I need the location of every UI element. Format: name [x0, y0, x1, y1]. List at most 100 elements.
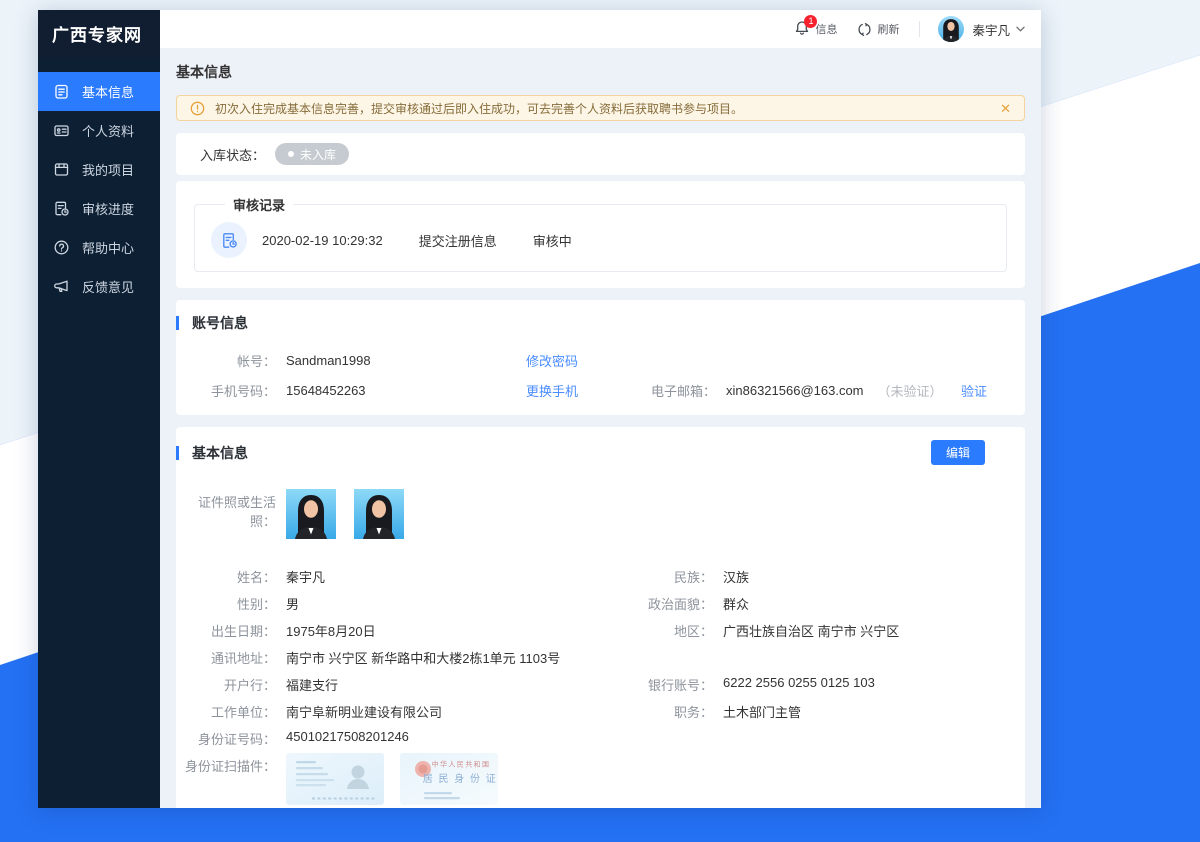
id-photo-2[interactable]: [354, 489, 404, 539]
address-label: 通讯地址：: [176, 648, 276, 667]
sidebar-item-projects[interactable]: 我的项目: [38, 150, 160, 189]
birth-label: 出生日期：: [176, 621, 276, 640]
email-label: 电子邮箱：: [646, 381, 716, 400]
change-phone-link[interactable]: 更换手机: [526, 381, 646, 400]
audit-record-row: 2020-02-19 10:29:32 提交注册信息 审核中: [211, 222, 990, 258]
audit-fieldset: 审核记录 2020-02-19 10:29:32 提交注册信息 审核中: [194, 195, 1007, 272]
sidebar-item-feedback[interactable]: 反馈意见: [38, 267, 160, 306]
bank-value: 福建支行: [286, 675, 338, 694]
audit-record-card: 审核记录 2020-02-19 10:29:32 提交注册信息 审核中: [176, 181, 1025, 288]
account-phone-row: 手机号码： 15648452263 更换手机 电子邮箱： xin86321566…: [176, 375, 1025, 405]
megaphone-icon: [53, 278, 70, 295]
bank-account-value: 6222 2556 0255 0125 103: [723, 675, 875, 694]
basic-section-title: 基本信息 编辑: [176, 427, 1025, 477]
phone-label: 手机号码：: [176, 381, 276, 400]
sidebar-item-profile[interactable]: 个人资料: [38, 111, 160, 150]
question-circle-icon: [53, 239, 70, 256]
app-window: 广西专家网 基本信息 个人资料 我的项目: [38, 10, 1041, 808]
content-area: 基本信息 初次入住完成基本信息完善，提交审核通过后即入住成功，可去完善个人资料后…: [160, 48, 1041, 808]
name-value: 秦宇凡: [286, 567, 325, 586]
edit-button[interactable]: 编辑: [931, 440, 985, 465]
id-photo-1[interactable]: [286, 489, 336, 539]
document-clock-icon: [53, 200, 70, 217]
name-label: 姓名：: [176, 567, 276, 586]
account-info-card: 账号信息 帐号： Sandman1998 修改密码 手机号码： 15648452…: [176, 300, 1025, 415]
audit-status: 审核中: [533, 231, 572, 250]
sidebar-item-basic-info[interactable]: 基本信息: [38, 72, 160, 111]
field-row: 身份证号码： 45010217508201246: [176, 725, 1025, 752]
close-icon[interactable]: ✕: [1000, 102, 1011, 115]
id-number-value: 45010217508201246: [286, 729, 409, 748]
phone-value: 15648452263: [286, 383, 526, 398]
messages-label: 信息: [815, 21, 837, 37]
region-label: 地区：: [616, 621, 713, 640]
messages-button[interactable]: 1 信息: [794, 20, 837, 39]
address-value: 南宁市 兴宁区 新华路中和大楼2栋1单元 1103号: [286, 648, 560, 667]
sidebar-item-label: 帮助中心: [82, 238, 134, 257]
gender-value: 男: [286, 594, 299, 613]
sidebar-item-label: 审核进度: [82, 199, 134, 218]
username-label: 帐号：: [176, 351, 276, 370]
politics-label: 政治面貌：: [616, 594, 713, 613]
sidebar-nav: 基本信息 个人资料 我的项目 审核进度: [38, 57, 160, 306]
company-label: 工作单位：: [176, 702, 276, 721]
ethnic-value: 汉族: [723, 567, 749, 586]
window-icon: [53, 161, 70, 178]
id-card-country-text: 中华人民共和国: [432, 760, 491, 769]
politics-value: 群众: [723, 594, 749, 613]
storage-status-card: 入库状态： 未入库: [176, 133, 1025, 175]
gender-label: 性别：: [176, 594, 276, 613]
refresh-label: 刷新: [877, 21, 899, 37]
field-row: 出生日期： 1975年8月20日 地区： 广西壮族自治区 南宁市 兴宁区: [176, 617, 1025, 644]
photo-label: 证件照或生活照：: [176, 489, 276, 530]
avatar: [938, 16, 964, 42]
verify-email-link[interactable]: 验证: [961, 381, 987, 400]
refresh-button[interactable]: 刷新: [857, 21, 899, 37]
audit-record-icon: [211, 222, 247, 258]
document-icon: [53, 83, 70, 100]
sidebar: 广西专家网 基本信息 个人资料 我的项目: [38, 10, 160, 808]
username-value: Sandman1998: [286, 353, 526, 368]
company-value: 南宁阜新明业建设有限公司: [286, 702, 442, 721]
app-logo: 广西专家网: [38, 10, 160, 57]
field-row: 性别： 男 政治面貌： 群众: [176, 590, 1025, 617]
id-card-front-scan[interactable]: [286, 753, 384, 805]
sidebar-item-label: 我的项目: [82, 160, 134, 179]
audit-title: 审核记录: [225, 195, 293, 214]
change-password-link[interactable]: 修改密码: [526, 351, 646, 370]
notification-badge: 1: [804, 15, 817, 28]
audit-action: 提交注册信息: [419, 231, 497, 250]
bank-account-label: 银行账号：: [616, 675, 713, 694]
email-value: xin86321566@163.com: [726, 383, 864, 398]
main-column: 1 信息 刷新: [160, 10, 1041, 808]
account-section-title: 账号信息: [176, 300, 1025, 345]
account-username-row: 帐号： Sandman1998 修改密码: [176, 345, 1025, 375]
title-accent-bar: [176, 316, 179, 330]
status-badge: 未入库: [275, 143, 349, 165]
status-dot-icon: [288, 151, 294, 157]
sidebar-item-label: 个人资料: [82, 121, 134, 140]
alert-text: 初次入住完成基本信息完善，提交审核通过后即入住成功，可去完善个人资料后获取聘书参…: [215, 100, 743, 117]
sidebar-item-audit-progress[interactable]: 审核进度: [38, 189, 160, 228]
id-card-name-text: 居 民 身 份 证: [423, 772, 498, 785]
id-number-label: 身份证号码：: [176, 729, 276, 748]
birth-value: 1975年8月20日: [286, 621, 376, 640]
topbar: 1 信息 刷新: [160, 10, 1041, 48]
basic-info-card: 基本信息 编辑 证件照或生活照：: [176, 427, 1025, 808]
id-card-icon: [53, 122, 70, 139]
field-row: 姓名： 秦宇凡 民族： 汉族: [176, 563, 1025, 590]
warning-icon: [190, 101, 205, 116]
sidebar-item-help-center[interactable]: 帮助中心: [38, 228, 160, 267]
ethnic-label: 民族：: [616, 567, 713, 586]
chevron-down-icon: [1016, 26, 1025, 32]
position-label: 职务：: [616, 702, 713, 721]
audit-time: 2020-02-19 10:29:32: [262, 233, 383, 248]
user-menu[interactable]: 秦宇凡: [938, 16, 1025, 42]
storage-status-label: 入库状态：: [200, 145, 265, 164]
id-card-back-scan[interactable]: 中华人民共和国 居 民 身 份 证: [400, 753, 498, 805]
email-unverified-note: （未验证）: [878, 381, 943, 400]
position-value: 土木部门主管: [723, 702, 801, 721]
region-value: 广西壮族自治区 南宁市 兴宁区: [723, 621, 899, 640]
page-title: 基本信息: [176, 62, 1025, 82]
id-scan-row: 身份证扫描件：: [176, 753, 1025, 805]
